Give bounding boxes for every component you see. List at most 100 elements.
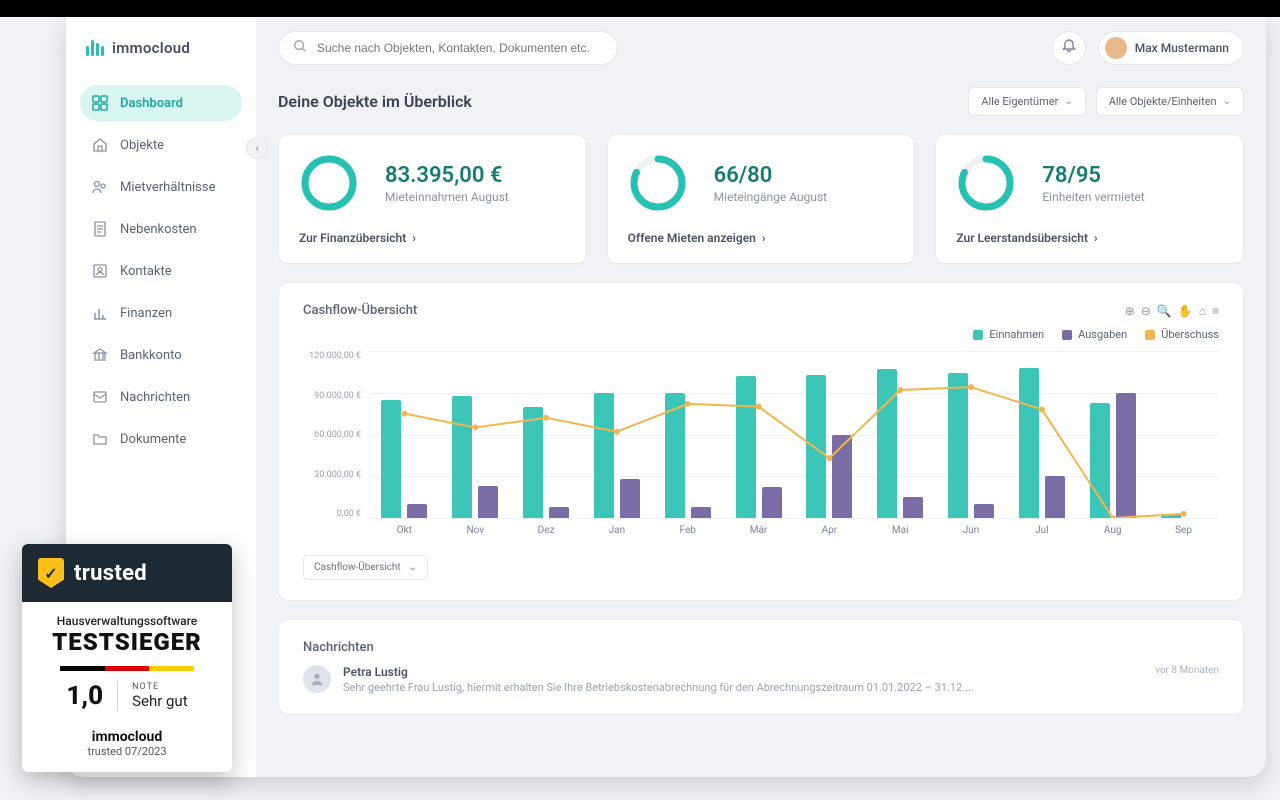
sidebar-item-label: Mietverhältnisse — [120, 180, 215, 195]
x-tick-label: Dez — [511, 521, 582, 541]
bar-expense[interactable] — [903, 497, 923, 518]
trusted-product: immocloud — [22, 729, 232, 745]
x-tick-label: Okt — [369, 521, 440, 541]
tool-zoom-out-icon[interactable]: ⊖ — [1141, 304, 1151, 318]
x-tick-label: Feb — [652, 521, 723, 541]
sidebar-collapse-button[interactable]: ‹ — [246, 137, 268, 159]
progress-ring-icon — [956, 153, 1016, 213]
flag-de-icon — [60, 666, 194, 671]
bar-income[interactable] — [1161, 514, 1181, 518]
kpi-link-vacancy[interactable]: Zur Leerstandsübersicht › — [956, 231, 1223, 245]
tool-menu-icon[interactable]: ≡ — [1212, 304, 1219, 318]
sidebar-item-label: Nebenkosten — [120, 222, 197, 237]
sidebar-item-dashboard[interactable]: Dashboard — [80, 85, 242, 121]
bar-income[interactable] — [948, 373, 968, 518]
search-input[interactable] — [317, 41, 603, 55]
kpi-link-finance[interactable]: Zur Finanzübersicht › — [299, 231, 566, 245]
legend-surplus[interactable]: Überschuss — [1145, 328, 1219, 341]
sidebar-item-finanzen[interactable]: Finanzen — [80, 295, 242, 331]
chart-title: Cashflow-Übersicht — [303, 303, 417, 318]
user-menu[interactable]: Max Mustermann — [1098, 31, 1244, 65]
trusted-note-label: NOTE — [132, 682, 188, 692]
sidebar-item-bankkonto[interactable]: Bankkonto — [80, 337, 242, 373]
sidebar-item-kontakte[interactable]: Kontakte — [80, 253, 242, 289]
message-sender: Petra Lustig — [343, 665, 1143, 679]
chart-selector-dropdown[interactable]: Cashflow-Übersicht ⌄ — [303, 555, 428, 580]
brand-name: immocloud — [112, 39, 190, 57]
chart-bars — [369, 351, 1219, 518]
legend-swatch-icon — [1145, 330, 1155, 340]
y-tick-label: 0,00 € — [303, 509, 361, 519]
kpi-link-open-rents[interactable]: Offene Mieten anzeigen › — [628, 231, 895, 245]
filter-units-dropdown[interactable]: Alle Objekte/Einheiten ⌄ — [1096, 87, 1244, 116]
bar-expense[interactable] — [832, 435, 852, 519]
messages-title: Nachrichten — [303, 640, 1219, 655]
x-tick-label: Sep — [1148, 521, 1219, 541]
trusted-badge[interactable]: ✓ trusted Hausverwaltungssoftware TESTSI… — [22, 544, 232, 772]
brand-logo[interactable]: immocloud — [80, 37, 242, 79]
bar-income[interactable] — [594, 393, 614, 518]
y-tick-label: 60.000,00 € — [303, 430, 361, 440]
legend-swatch-icon — [1062, 330, 1072, 340]
tool-home-icon[interactable]: ⌂ — [1199, 304, 1206, 318]
bar-income[interactable] — [665, 393, 685, 518]
bar-income[interactable] — [452, 396, 472, 518]
avatar — [1105, 37, 1127, 59]
bar-expense[interactable] — [1045, 476, 1065, 518]
bar-expense[interactable] — [1116, 393, 1136, 518]
bar-income[interactable] — [381, 400, 401, 518]
kpi-sublabel: Einheiten vermietet — [1042, 190, 1144, 204]
bar-expense[interactable] — [691, 507, 711, 518]
sidebar-item-objekte[interactable]: Objekte — [80, 127, 242, 163]
house-icon — [92, 137, 108, 153]
message-row[interactable]: Petra Lustig Sehr geehrte Frau Lustig, h… — [303, 665, 1219, 694]
receipt-icon — [92, 221, 108, 237]
search-icon — [293, 39, 307, 57]
kpi-value: 83.395,00 € — [385, 163, 509, 188]
sidebar-item-nachrichten[interactable]: Nachrichten — [80, 379, 242, 415]
bar-expense[interactable] — [620, 479, 640, 518]
x-tick-label: Mai — [865, 521, 936, 541]
chart-plot — [369, 351, 1219, 519]
bar-expense[interactable] — [549, 507, 569, 518]
tenants-icon — [92, 179, 108, 195]
kpi-value: 66/80 — [714, 163, 827, 188]
y-tick-label: 30.000,00 € — [303, 470, 361, 480]
sidebar-item-dokumente[interactable]: Dokumente — [80, 421, 242, 457]
bar-expense[interactable] — [974, 504, 994, 518]
chevron-down-icon: ⌄ — [1064, 96, 1072, 107]
chart-bar-icon — [92, 305, 108, 321]
mail-icon — [92, 389, 108, 405]
bar-income[interactable] — [523, 407, 543, 518]
x-tick-label: Apr — [794, 521, 865, 541]
legend-income[interactable]: Einnahmen — [973, 328, 1044, 341]
bar-income[interactable] — [806, 375, 826, 518]
chevron-right-icon: › — [412, 231, 416, 245]
chart-area: 120.000,00 €90.000,00 €60.000,00 €30.000… — [303, 351, 1219, 541]
search-box[interactable] — [278, 31, 618, 65]
tool-search-icon[interactable]: 🔍 — [1157, 304, 1172, 318]
message-preview: Sehr geehrte Frau Lustig, hiermit erhalt… — [343, 681, 1063, 694]
legend-expense[interactable]: Ausgaben — [1062, 328, 1127, 341]
bar-expense[interactable] — [478, 486, 498, 518]
trusted-header: ✓ trusted — [22, 544, 232, 602]
bar-expense[interactable] — [762, 487, 782, 518]
kpi-cards: 83.395,00 € Mieteinnahmen August Zur Fin… — [278, 134, 1244, 264]
chart-legend: Einnahmen Ausgaben Überschuss — [303, 328, 1219, 341]
bar-income[interactable] — [1090, 403, 1110, 519]
tool-pan-icon[interactable]: ✋ — [1178, 304, 1193, 318]
bar-expense[interactable] — [407, 504, 427, 518]
trusted-title: TESTSIEGER — [38, 628, 216, 656]
bar-income[interactable] — [736, 376, 756, 518]
bar-income[interactable] — [877, 369, 897, 518]
notifications-button[interactable] — [1052, 31, 1086, 65]
chevron-right-icon: › — [1094, 231, 1098, 245]
progress-ring-icon — [628, 153, 688, 213]
sidebar-item-nebenkosten[interactable]: Nebenkosten — [80, 211, 242, 247]
filter-owner-dropdown[interactable]: Alle Eigentümer ⌄ — [968, 87, 1085, 116]
bar-income[interactable] — [1019, 368, 1039, 518]
app-shell: immocloud Dashboard Objekte Mietverhältn… — [66, 17, 1266, 777]
tool-zoom-in-icon[interactable]: ⊕ — [1125, 304, 1135, 318]
window-top-border — [0, 0, 1280, 17]
sidebar-item-mietverhaeltnisse[interactable]: Mietverhältnisse — [80, 169, 242, 205]
